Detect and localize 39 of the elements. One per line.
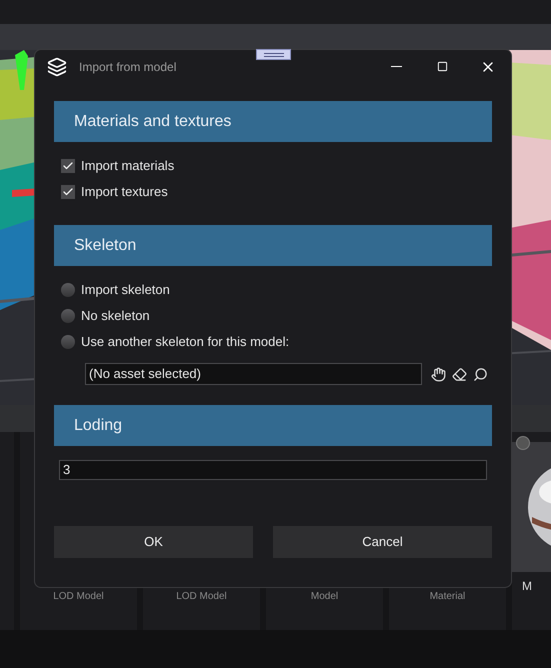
radio-label: No skeleton <box>81 307 150 326</box>
asset-type-label: Model <box>310 590 338 604</box>
checkbox-row[interactable]: Import materials <box>54 153 492 179</box>
radio-button[interactable] <box>61 283 75 297</box>
checkbox-row[interactable]: Import textures <box>54 179 492 205</box>
section-header: Loding <box>54 405 492 446</box>
radio-button[interactable] <box>61 335 75 349</box>
window-title: Import from model <box>79 58 176 76</box>
eraser-icon[interactable] <box>452 366 467 382</box>
minimize-icon <box>390 66 402 68</box>
maximize-icon <box>436 61 448 72</box>
radio-row[interactable]: No skeleton <box>54 303 492 329</box>
input-field[interactable]: 3 <box>59 460 487 480</box>
search-icon[interactable] <box>473 366 488 382</box>
drag-handle[interactable] <box>256 49 291 60</box>
app-logo-icon <box>47 56 67 76</box>
asset-type-label: Material <box>430 590 466 604</box>
radio-label: Use another skeleton for this model: <box>81 333 290 352</box>
asset-type-label: LOD Model <box>53 590 104 604</box>
radio-row[interactable]: Use another skeleton for this model: <box>54 329 492 355</box>
check-icon <box>62 186 74 198</box>
radio-label: Import skeleton <box>81 281 170 300</box>
section-header: Skeleton <box>54 225 492 266</box>
checkbox-label: Import textures <box>81 183 168 202</box>
checkbox[interactable] <box>61 159 75 173</box>
radio-row[interactable]: Import skeleton <box>54 277 492 303</box>
radio-indicator[interactable] <box>516 436 530 450</box>
asset-type-label: M <box>522 578 532 595</box>
radio-button[interactable] <box>61 309 75 323</box>
ok-button[interactable]: OK <box>54 526 253 558</box>
asset-tile[interactable]: M <box>512 432 551 630</box>
cancel-button[interactable]: Cancel <box>273 526 492 558</box>
hand-icon[interactable] <box>431 366 446 382</box>
section-header: Materials and textures <box>54 101 492 142</box>
checkbox[interactable] <box>61 185 75 199</box>
check-icon <box>62 160 74 172</box>
asset-field[interactable]: (No asset selected) <box>85 363 422 385</box>
asset-type-label: LOD Model <box>176 590 227 604</box>
checkbox-label: Import materials <box>81 157 174 176</box>
